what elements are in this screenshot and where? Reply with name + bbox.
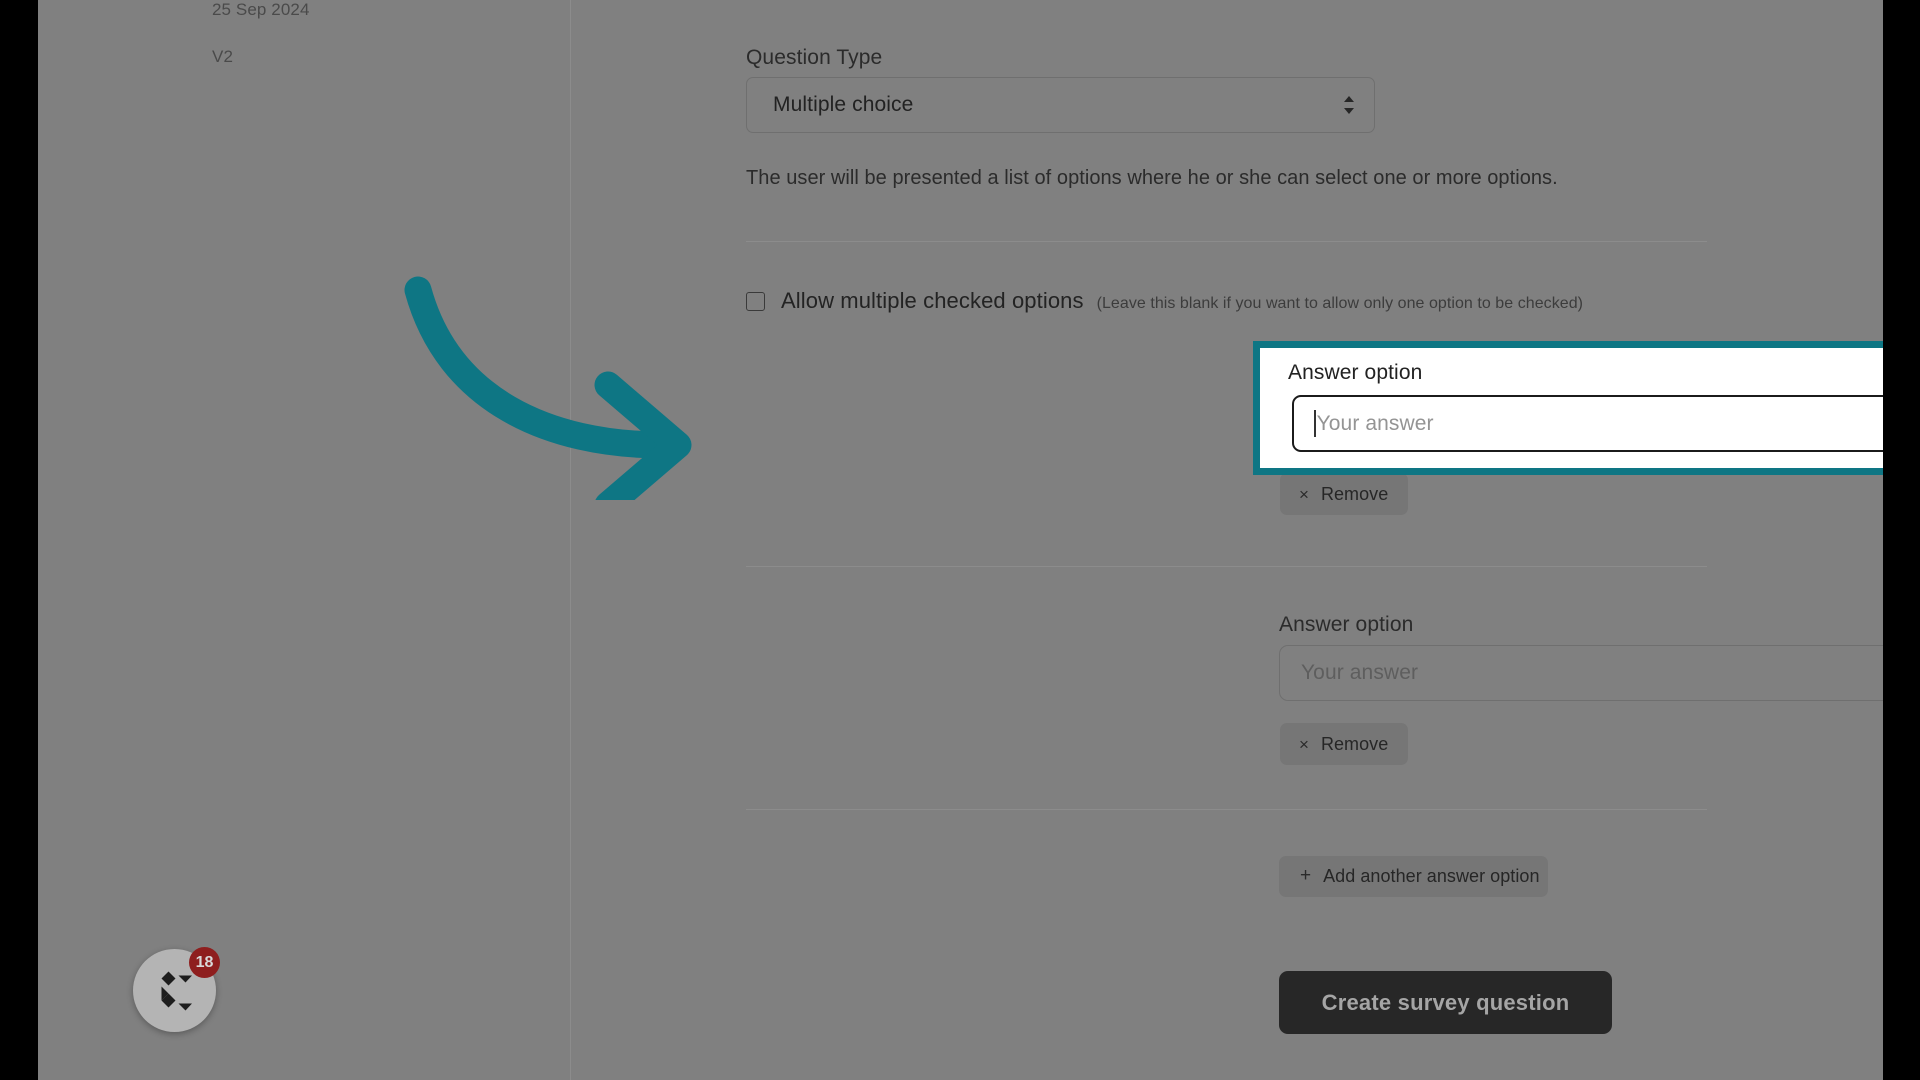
chat-launcher[interactable]: 18 [133, 947, 220, 1032]
select-updown-caret-icon [1342, 94, 1356, 116]
question-type-label: Question Type [746, 46, 883, 69]
section-divider [746, 241, 1707, 242]
remove-answer-option-2-label: Remove [1320, 733, 1389, 754]
answer-option-1-label: Answer option [1288, 361, 1423, 384]
question-type-value: Multiple choice [773, 93, 914, 116]
record-version: V2 [212, 47, 233, 66]
left-rail: 25 Sep 2024 V2 18 [38, 0, 570, 1080]
section-divider [746, 809, 1707, 810]
question-type-select[interactable]: Multiple choice [746, 77, 1375, 133]
answer-option-2-label: Answer option [1279, 613, 1414, 636]
answer-option-2-input[interactable]: Your answer [1279, 645, 1883, 701]
answer-option-1-input[interactable]: Your answer [1292, 395, 1883, 452]
application-surface: 25 Sep 2024 V2 18 Question Type Multiple… [38, 0, 1883, 1080]
screenshot-root: 25 Sep 2024 V2 18 Question Type Multiple… [0, 0, 1920, 1080]
answer-option-2-placeholder: Your answer [1301, 661, 1419, 684]
answer-option-1-group: Answer option Your answer [1260, 348, 1883, 468]
plus-icon: + [1300, 865, 1312, 886]
answer-option-1-highlight: Answer option Your answer [1253, 341, 1883, 475]
chat-unread-badge: 18 [189, 947, 220, 978]
remove-answer-option-2-button[interactable]: × Remove [1280, 723, 1408, 765]
close-x-icon: × [1299, 734, 1309, 754]
survey-question-form: Question Type Multiple choice The user w… [571, 0, 1883, 1080]
text-cursor-icon [1314, 410, 1316, 437]
close-x-icon: × [1299, 484, 1309, 504]
allow-multiple-row[interactable]: Allow multiple checked options (Leave th… [746, 288, 1583, 314]
answer-option-1-placeholder: Your answer [1316, 411, 1434, 435]
add-answer-option-button[interactable]: + Add another answer option [1279, 856, 1548, 897]
add-answer-option-label: Add another answer option [1323, 866, 1540, 886]
create-survey-question-label: Create survey question [1321, 989, 1570, 1015]
create-survey-question-button[interactable]: Create survey question [1279, 971, 1612, 1034]
record-date: 25 Sep 2024 [212, 0, 310, 19]
remove-answer-option-1-button[interactable]: × Remove [1280, 473, 1408, 515]
allow-multiple-checkbox[interactable] [746, 292, 765, 311]
remove-answer-option-1-label: Remove [1320, 483, 1389, 504]
question-type-help-text: The user will be presented a list of opt… [746, 167, 1558, 189]
allow-multiple-label: Allow multiple checked options [781, 288, 1084, 313]
section-divider [746, 566, 1707, 567]
allow-multiple-hint: (Leave this blank if you want to allow o… [1096, 295, 1584, 312]
